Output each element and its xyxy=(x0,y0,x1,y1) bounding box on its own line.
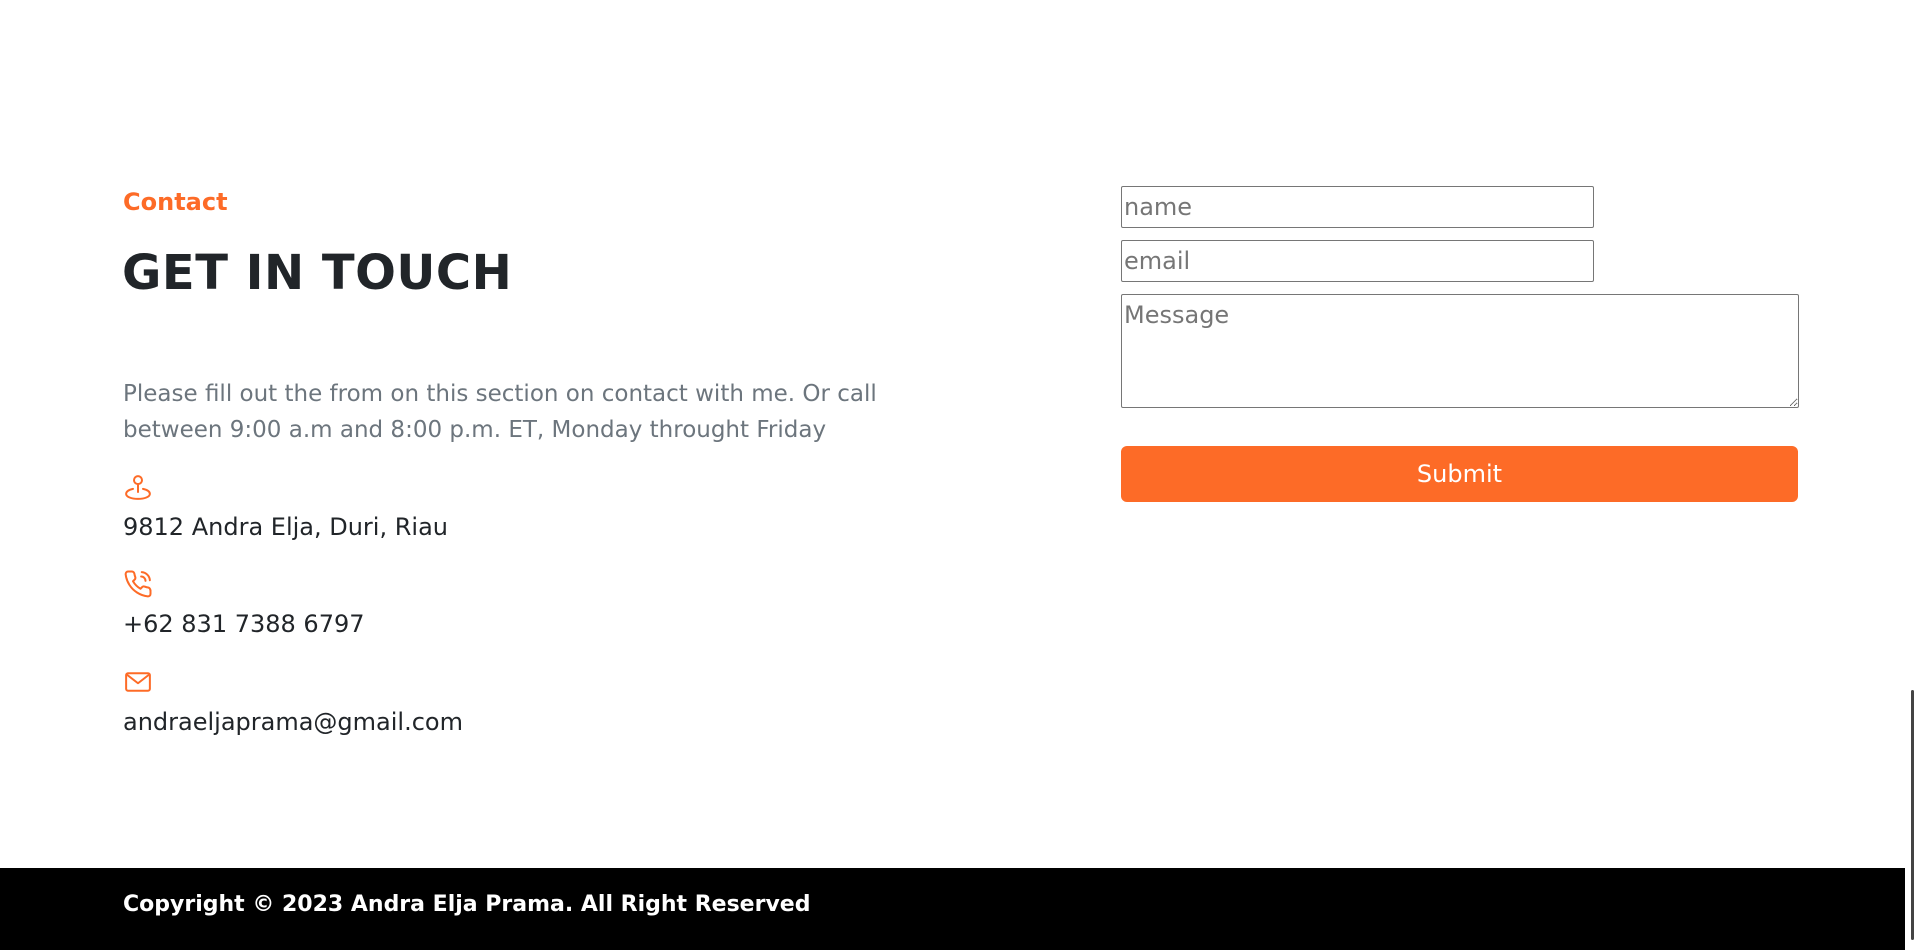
phone-icon xyxy=(123,569,153,599)
copyright-text: Copyright © 2023 Andra Elja Prama. All R… xyxy=(123,892,811,917)
contact-section: Contact GET IN TOUCH Please fill out the… xyxy=(0,0,1905,868)
email-text: andraeljaprama@gmail.com xyxy=(123,708,463,736)
page-scrollbar[interactable] xyxy=(1905,0,1920,950)
address-text: 9812 Andra Elja, Duri, Riau xyxy=(123,513,448,541)
page-title: GET IN TOUCH xyxy=(122,245,513,301)
submit-button[interactable]: Submit xyxy=(1121,446,1798,502)
scrollbar-thumb[interactable] xyxy=(1911,690,1914,940)
contact-description: Please fill out the from on this section… xyxy=(123,381,877,443)
footer: Copyright © 2023 Andra Elja Prama. All R… xyxy=(0,868,1905,950)
message-textarea[interactable] xyxy=(1121,294,1799,408)
email-field[interactable] xyxy=(1121,240,1594,282)
mail-icon xyxy=(123,667,153,697)
name-input[interactable] xyxy=(1121,186,1594,228)
phone-text: +62 831 7388 6797 xyxy=(123,610,365,638)
location-pin-icon xyxy=(123,472,153,502)
section-eyebrow: Contact xyxy=(123,188,228,216)
